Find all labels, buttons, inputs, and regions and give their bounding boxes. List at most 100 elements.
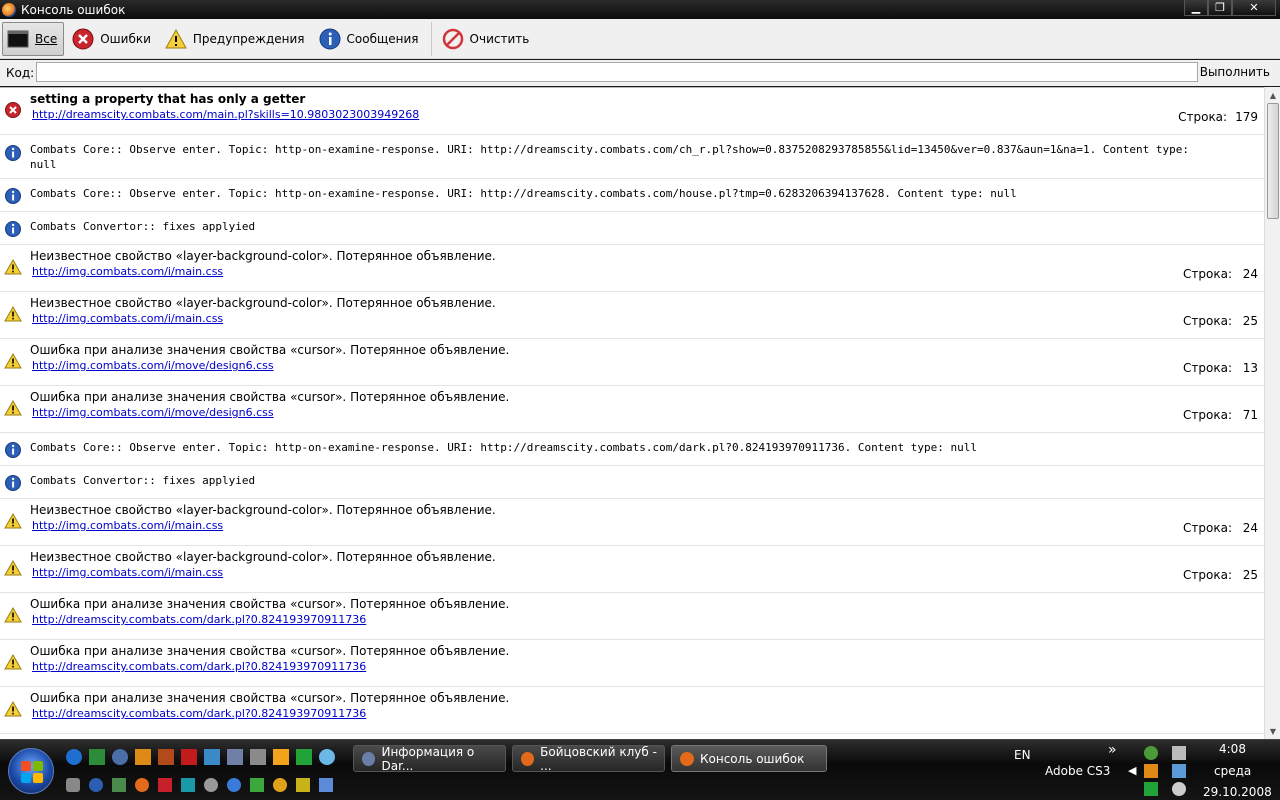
entry-source-link[interactable]: http://img.combats.com/i/move/design6.cs… [32, 405, 1264, 421]
console-icon [7, 28, 29, 50]
task-button-error-console[interactable]: Консоль ошибок [671, 745, 827, 772]
entry-message: Ошибка при анализе значения свойства «cu… [30, 597, 510, 611]
icq-icon[interactable] [296, 749, 312, 765]
toolbar-name: Adobe CS3 [1045, 764, 1111, 778]
star-icon[interactable] [273, 749, 289, 765]
filter-warnings-label: Предупреждения [192, 31, 305, 46]
console-entry-info[interactable]: Combats Core:: Observe enter. Topic: htt… [0, 179, 1264, 212]
task-button-info[interactable]: Информация о Dar... [353, 745, 506, 773]
opera-icon[interactable] [158, 778, 172, 792]
clear-label: Очистить [469, 31, 530, 46]
clock-time[interactable]: 4:08 [1219, 742, 1246, 756]
app-icon[interactable] [89, 749, 105, 765]
warning-icon [4, 352, 22, 370]
entry-source-link[interactable]: http://dreamscity.combats.com/dark.pl?0.… [32, 612, 1264, 628]
start-button[interactable] [8, 748, 54, 794]
console-entry-info[interactable]: Combats Core:: Observe enter. Topic: htt… [0, 433, 1264, 466]
entry-source-link[interactable]: http://img.combats.com/i/move/design6.cs… [32, 358, 1264, 374]
tray-media-icon[interactable] [1144, 764, 1158, 778]
filter-all-button[interactable]: Все [2, 21, 65, 56]
warning-icon [4, 305, 22, 323]
entry-source-link[interactable]: http://img.combats.com/i/main.css [32, 565, 1264, 581]
line-number: 25 [1242, 568, 1258, 582]
console-entry-info[interactable]: Combats Convertor:: fixes applyied [0, 212, 1264, 245]
minimize-button[interactable]: ▁ [1184, 0, 1208, 16]
entry-line-number: Строка: 71 [1183, 408, 1258, 422]
desktop-icon[interactable] [112, 778, 126, 792]
shield-icon[interactable] [227, 749, 243, 765]
maximize-button[interactable]: ❐ [1208, 0, 1232, 16]
filter-warnings-button[interactable]: Предупреждения [161, 22, 311, 56]
globe-icon[interactable] [89, 778, 103, 792]
entry-message: Ошибка при анализе значения свойства «cu… [30, 390, 510, 404]
scrollbar-thumb[interactable] [1267, 103, 1279, 219]
tool-icon[interactable] [250, 749, 266, 765]
entry-source-link[interactable]: http://dreamscity.combats.com/dark.pl?0.… [32, 659, 1264, 675]
console-entry-warning[interactable]: Ошибка при анализе значения свойства «cu… [0, 640, 1264, 687]
scroll-down-arrow-icon[interactable]: ▼ [1265, 723, 1280, 739]
tray-monitor-icon[interactable] [1172, 764, 1186, 778]
tray-icq-icon[interactable] [1144, 782, 1158, 796]
entry-source-link[interactable]: http://img.combats.com/i/main.css [32, 264, 1264, 280]
line-label: Строка: [1183, 568, 1232, 582]
vertical-scrollbar[interactable]: ▲ ▼ [1264, 87, 1280, 739]
volume-icon[interactable] [1172, 782, 1186, 796]
warning-icon [4, 258, 22, 276]
console-entry-info[interactable]: Combats Convertor:: fixes applyied [0, 466, 1264, 499]
execute-button[interactable]: Выполнить [1200, 65, 1270, 79]
app2-icon[interactable] [181, 778, 195, 792]
filezilla-icon[interactable] [181, 749, 197, 765]
taskbar: Информация о Dar... Бойцовский клуб - ..… [0, 739, 1280, 800]
leaf-icon[interactable] [250, 778, 264, 792]
clear-button[interactable]: Очистить [438, 22, 536, 56]
entry-message: Неизвестное свойство «layer-background-c… [30, 249, 496, 263]
filter-messages-button[interactable]: Сообщения [315, 22, 425, 56]
tray-network-icon[interactable] [1144, 746, 1158, 760]
console-entry-warning[interactable]: Неизвестное свойство «layer-background-c… [0, 546, 1264, 593]
refresh-icon[interactable] [227, 778, 241, 792]
weather-icon[interactable] [319, 749, 335, 765]
firefox-icon [2, 2, 16, 17]
skull-icon[interactable] [204, 778, 218, 792]
entry-message: Ошибка при анализе значения свойства «cu… [30, 644, 510, 658]
bug-icon[interactable] [66, 778, 80, 792]
console-entry-warning[interactable]: Ошибка при анализе значения свойства «cu… [0, 687, 1264, 734]
chevron-right-icon[interactable]: » [1108, 742, 1117, 758]
console-entry-warning[interactable]: Неизвестное свойство «layer-background-c… [0, 499, 1264, 546]
ie-icon[interactable] [66, 749, 82, 765]
console-entry-error[interactable]: setting a property that has only a gette… [0, 88, 1264, 135]
window-title: Консоль ошибок [21, 2, 126, 17]
winamp-icon[interactable] [273, 778, 287, 792]
entry-source-link[interactable]: http://dreamscity.combats.com/dark.pl?0.… [32, 706, 1264, 722]
entry-source-link[interactable]: http://dreamscity.combats.com/main.pl?sk… [32, 107, 1264, 123]
console-entry-info[interactable]: Combats Core:: Observe enter. Topic: htt… [0, 135, 1264, 179]
screen-icon[interactable] [319, 778, 333, 792]
scroll-up-arrow-icon[interactable]: ▲ [1265, 87, 1280, 103]
warning-icon [4, 559, 22, 577]
close-button[interactable]: ✕ [1232, 0, 1276, 16]
console-entry-warning[interactable]: Неизвестное свойство «layer-background-c… [0, 245, 1264, 292]
folder-icon[interactable] [296, 778, 310, 792]
console-list[interactable]: setting a property that has only a gette… [0, 87, 1264, 739]
console-entry-warning[interactable]: Ошибка при анализе значения свойства «cu… [0, 386, 1264, 433]
code-input[interactable] [36, 62, 1198, 82]
entry-source-link[interactable]: http://img.combats.com/i/main.css [32, 518, 1264, 534]
console-entry-warning[interactable]: Ошибка при анализе значения свойства «cu… [0, 593, 1264, 640]
console-entry-warning[interactable]: Ошибка при анализе значения свойства «cu… [0, 339, 1264, 386]
language-indicator[interactable]: EN [1014, 748, 1031, 762]
info-icon [4, 474, 22, 492]
entry-source-link[interactable]: http://img.combats.com/i/main.css [32, 311, 1264, 327]
filter-errors-button[interactable]: Ошибки [68, 22, 157, 56]
messenger-icon[interactable] [112, 749, 128, 765]
archive-icon[interactable] [158, 749, 174, 765]
entry-line-number: Строка: 25 [1183, 314, 1258, 328]
console-entry-warning[interactable]: Неизвестное свойство «layer-background-c… [0, 292, 1264, 339]
task-button-fight-club[interactable]: Бойцовский клуб - ... [512, 745, 665, 773]
network-icon[interactable] [204, 749, 220, 765]
media-player-icon[interactable] [135, 749, 151, 765]
line-label: Строка: [1183, 267, 1232, 281]
firefox-icon[interactable] [135, 778, 149, 792]
warning-icon [4, 653, 22, 671]
tray-device-icon[interactable] [1172, 746, 1186, 760]
chevron-left-icon[interactable]: ◀ [1128, 764, 1136, 777]
